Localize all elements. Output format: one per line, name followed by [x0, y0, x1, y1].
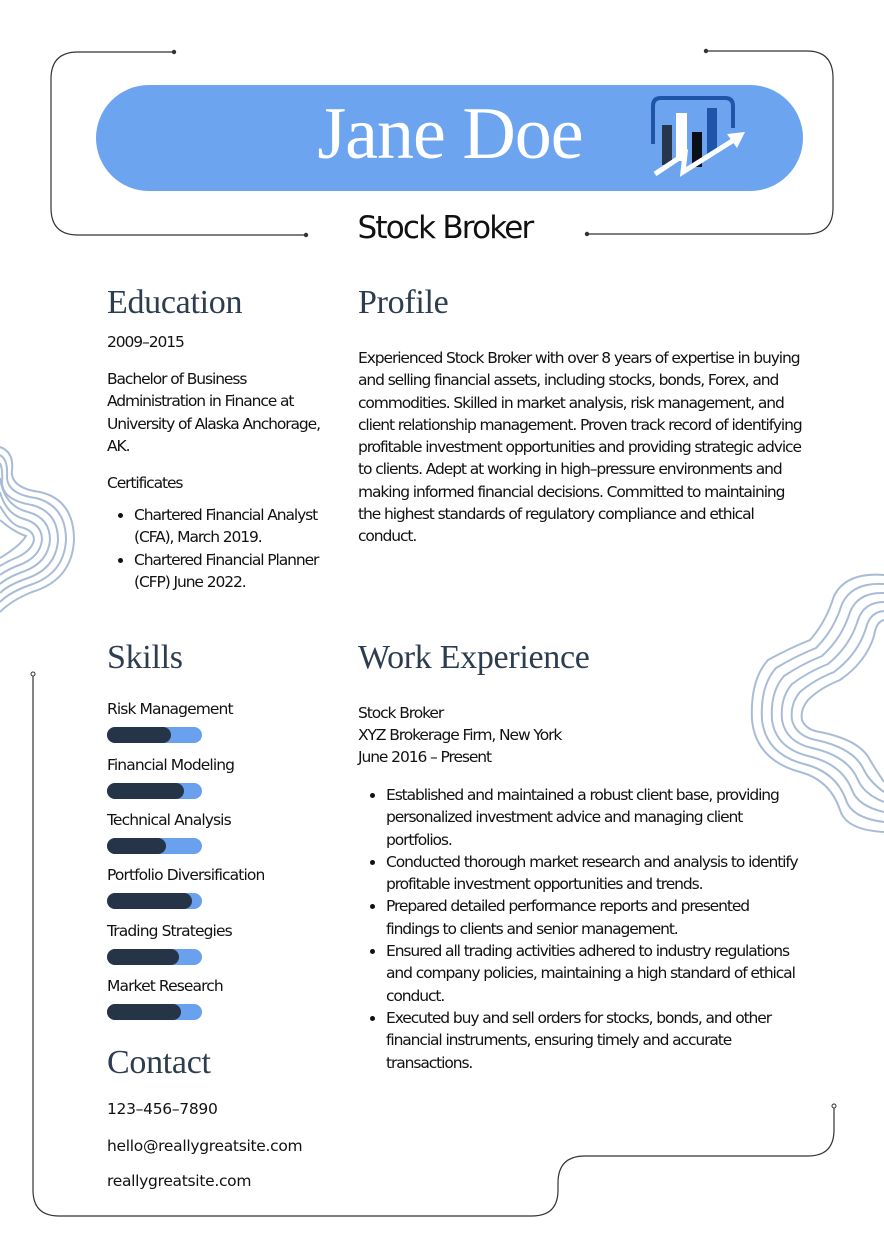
swirl-left	[0, 446, 76, 613]
skill-item: Technical Analysis	[107, 810, 327, 854]
work-bullet: Established and maintained a robust clie…	[386, 784, 798, 851]
skill-bar-fill	[107, 727, 171, 743]
skill-label: Portfolio Diversification	[107, 866, 265, 884]
skill-item: Market Research	[107, 976, 327, 1020]
bar-chart-growth-icon	[645, 92, 750, 184]
contact-phone: 123–456–7890	[107, 1100, 218, 1118]
skill-bar	[107, 949, 202, 965]
profile-heading: Profile	[358, 284, 449, 321]
work-job-title: Stock Broker	[358, 704, 444, 722]
skill-bar	[107, 838, 202, 854]
work-company: XYZ Brokerage Firm, New York	[358, 726, 562, 744]
skill-bar	[107, 893, 202, 909]
certificate-item: Chartered Financial Analyst (CFA), March…	[134, 504, 322, 549]
skill-label: Market Research	[107, 977, 224, 995]
certificates-list: Chartered Financial Analyst (CFA), March…	[107, 504, 322, 593]
candidate-name: Jane Doe	[317, 93, 583, 175]
skill-item: Financial Modeling	[107, 755, 327, 799]
skill-bar-fill	[107, 783, 184, 799]
skill-bar	[107, 783, 202, 799]
skill-label: Technical Analysis	[107, 811, 232, 829]
skill-label: Risk Management	[107, 700, 234, 718]
contact-website[interactable]: reallygreatsite.com	[107, 1171, 251, 1191]
skill-bar	[107, 727, 202, 743]
skill-label: Financial Modeling	[107, 756, 235, 774]
skill-bar-fill	[107, 838, 166, 854]
skills-heading: Skills	[107, 639, 183, 676]
contact-heading: Contact	[107, 1044, 211, 1081]
work-bullet: Ensured all trading activities adhered t…	[386, 940, 798, 1007]
education-degree: Bachelor of Business Administration in F…	[107, 370, 321, 455]
work-bullet: Conducted thorough market research and a…	[386, 851, 799, 896]
work-experience-heading: Work Experience	[358, 639, 590, 676]
education-heading: Education	[107, 284, 243, 321]
skill-label: Trading Strategies	[107, 922, 233, 940]
work-bullet: Prepared detailed performance reports an…	[386, 895, 798, 940]
skill-bar-fill	[107, 949, 180, 965]
certificate-item: Chartered Financial Planner (CFP) June 2…	[134, 549, 322, 594]
work-bullet: Executed buy and sell orders for stocks,…	[386, 1007, 798, 1074]
certificates-label: Certificates	[107, 474, 183, 492]
skill-item: Portfolio Diversification	[107, 865, 327, 909]
work-dates: June 2016 – Present	[358, 748, 492, 766]
work-bullets: Established and maintained a robust clie…	[358, 784, 799, 1074]
contact-email[interactable]: hello@reallygreatsite.com	[107, 1136, 303, 1156]
job-title: Stock Broker	[357, 210, 534, 246]
skill-bar-fill	[107, 1004, 182, 1020]
skill-item: Trading Strategies	[107, 921, 327, 965]
skill-item: Risk Management	[107, 699, 327, 743]
skill-bar-fill	[107, 893, 192, 909]
profile-text: Experienced Stock Broker with over 8 yea…	[358, 349, 803, 546]
education-years: 2009–2015	[107, 333, 185, 351]
skill-bar	[107, 1004, 202, 1020]
